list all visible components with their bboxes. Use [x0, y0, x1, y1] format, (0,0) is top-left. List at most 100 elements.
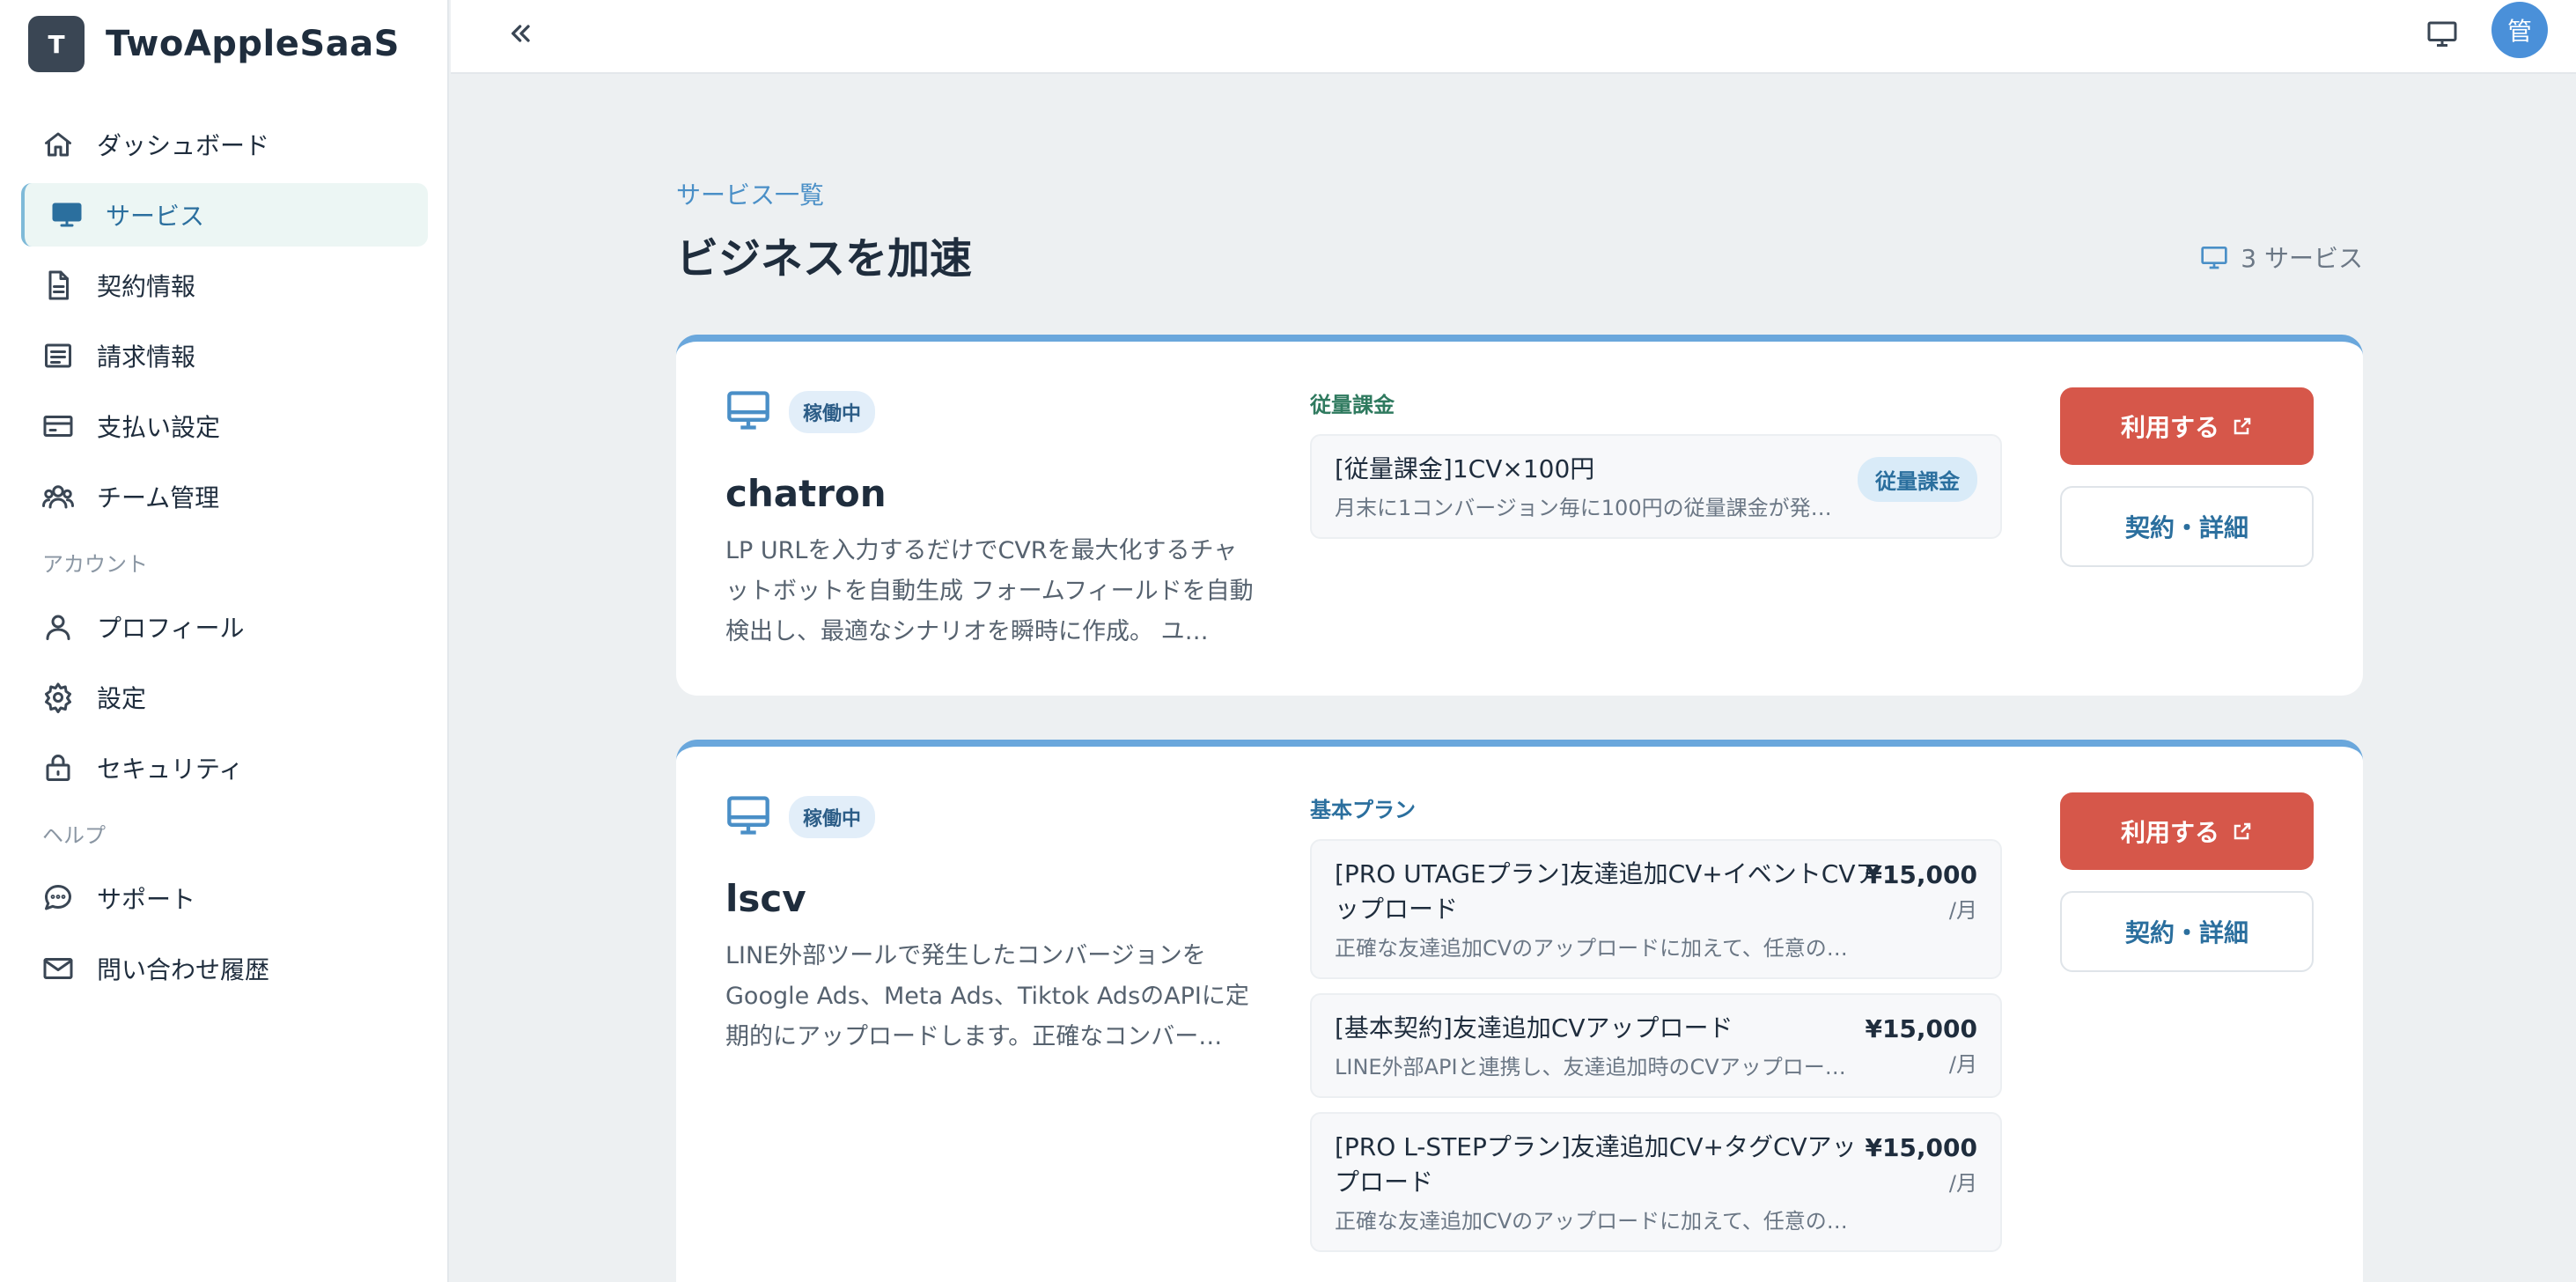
plan-description: LINE外部APIと連携し、友達追加時のCVアップロード… — [1335, 1055, 1863, 1079]
monitor-icon — [2201, 247, 2227, 269]
plan-price: ¥15,000 /月 — [1865, 1133, 1977, 1197]
service-name: chatron — [725, 472, 887, 515]
topbar: 管 — [451, 0, 2576, 74]
service-count-label: 3 サービス — [2241, 244, 2363, 273]
brand[interactable]: T TwoAppleSaaS — [28, 16, 400, 72]
use-service-label: 利用する — [2120, 413, 2219, 442]
sidebar-item-billing[interactable]: 請求情報 — [21, 324, 428, 387]
brand-name: TwoAppleSaaS — [106, 24, 400, 64]
service-description: LP URLを入力するだけでCVRを最大化するチャットボットを自動生成 フォーム… — [725, 537, 1254, 645]
price-unit: /月 — [1948, 898, 1977, 923]
brand-logo: T — [28, 16, 85, 72]
service-name: lscv — [725, 877, 806, 920]
service-description: LINE外部ツールで発生したコンバージョンをGoogle Ads、Meta Ad… — [725, 942, 1249, 1050]
plan-list: 基本プラン [PRO UTAGEプラン]友達追加CV+イベントCVアップロード … — [1310, 792, 2002, 1266]
price-unit: /月 — [1948, 1052, 1977, 1077]
section-help-heading: ヘルプ — [42, 823, 106, 848]
sidebar: T TwoAppleSaaS ダッシュボード サービス 契約情報 請求情報 支払… — [0, 0, 449, 1282]
plan-item[interactable]: [PRO L-STEPプラン]友達追加CV+タグCVアップロード 正確な友達追加… — [1310, 1112, 2002, 1252]
plan-title: [PRO UTAGEプラン]友達追加CV+イベントCVアップロード — [1335, 859, 1880, 924]
plan-title: [PRO L-STEPプラン]友達追加CV+タグCVアップロード — [1335, 1132, 1857, 1197]
plan-title: [基本契約]友達追加CVアップロード — [1335, 1013, 1733, 1043]
sidebar-item-label: プロフィール — [97, 614, 245, 643]
use-service-button[interactable]: 利用する — [2060, 792, 2314, 870]
external-link-icon — [2234, 822, 2251, 840]
lock-icon — [40, 750, 76, 785]
service-actions: 利用する 契約・詳細 — [2060, 387, 2314, 567]
mail-icon — [40, 951, 76, 986]
status-badge: 稼働中 — [789, 796, 876, 838]
double-chevron-left-icon — [512, 25, 530, 42]
use-service-button[interactable]: 利用する — [2060, 387, 2314, 465]
display-toggle-button[interactable] — [2421, 12, 2463, 55]
user-icon — [40, 609, 76, 645]
plan-description: 正確な友達追加CVのアップロードに加えて、任意の… — [1335, 936, 1848, 961]
external-link-icon — [2234, 417, 2251, 435]
contract-detail-button[interactable]: 契約・詳細 — [2060, 891, 2314, 972]
sidebar-item-label: 設定 — [97, 684, 147, 713]
plan-item[interactable]: [PRO UTAGEプラン]友達追加CV+イベントCVアップロード 正確な友達追… — [1310, 839, 2002, 979]
collapse-sidebar-button[interactable] — [500, 12, 542, 55]
document-icon — [40, 268, 76, 303]
plan-price: ¥15,000 /月 — [1865, 1014, 1977, 1078]
plan-item[interactable]: [基本契約]友達追加CVアップロード LINE外部APIと連携し、友達追加時のC… — [1310, 993, 2002, 1098]
sidebar-item-label: チーム管理 — [97, 483, 220, 512]
service-actions: 利用する 契約・詳細 — [2060, 792, 2314, 972]
monitor-icon — [49, 197, 85, 232]
sidebar-item-label: 請求情報 — [97, 343, 196, 372]
sidebar-nav: ダッシュボード サービス 契約情報 請求情報 支払い設定 チーム管理 アカウント… — [21, 113, 428, 1007]
sidebar-item-settings[interactable]: 設定 — [21, 666, 428, 729]
service-card: 稼働中 chatron LP URLを入力するだけでCVRを最大化するチャットボ… — [676, 335, 2363, 696]
plan-type-badge: 従量課金 — [1858, 457, 1977, 502]
plan-price: ¥15,000 /月 — [1865, 860, 1977, 924]
monitor-icon — [725, 792, 771, 842]
plan-description: 正確な友達追加CVのアップロードに加えて、任意の… — [1335, 1209, 1848, 1234]
sidebar-item-label: サービス — [106, 202, 205, 231]
plan-description: 月末に1コンバージョン毎に100円の従量課金が発… — [1335, 496, 1832, 520]
sidebar-item-support[interactable]: サポート — [21, 866, 428, 930]
monitor-icon — [2427, 21, 2457, 47]
avatar[interactable]: 管 — [2491, 2, 2548, 58]
plan-list: 従量課金 [従量課金]1CV×100円 月末に1コンバージョン毎に100円の従量… — [1310, 387, 2002, 553]
sidebar-item-label: ダッシュボード — [97, 131, 270, 160]
sidebar-item-label: 契約情報 — [97, 272, 196, 301]
price-unit: /月 — [1948, 1171, 1977, 1196]
plan-title: [従量課金]1CV×100円 — [1335, 454, 1595, 483]
plan-heading: 基本プラン — [1310, 798, 1416, 822]
main-content: サービス一覧 ビジネスを加速 3 サービス 稼働中 chatron LP URL… — [676, 176, 2363, 1282]
monitor-icon — [725, 387, 771, 437]
contract-detail-button[interactable]: 契約・詳細 — [2060, 486, 2314, 567]
status-badge: 稼働中 — [789, 391, 876, 433]
page-title: ビジネスを加速 — [676, 234, 973, 284]
service-card: 稼働中 lscv LINE外部ツールで発生したコンバージョンをGoogle Ad… — [676, 740, 2363, 1282]
service-info: 稼働中 chatron LP URLを入力するだけでCVRを最大化するチャットボ… — [725, 387, 1254, 652]
price-value: ¥15,000 — [1865, 1014, 1977, 1043]
price-value: ¥15,000 — [1865, 1133, 1977, 1162]
service-info: 稼働中 lscv LINE外部ツールで発生したコンバージョンをGoogle Ad… — [725, 792, 1254, 1057]
gear-icon — [40, 680, 76, 715]
credit-card-icon — [40, 409, 76, 444]
invoice-icon — [40, 338, 76, 373]
sidebar-item-inquiry-history[interactable]: 問い合わせ履歴 — [21, 937, 428, 1000]
home-icon — [40, 127, 76, 162]
chat-icon — [40, 880, 76, 916]
team-icon — [40, 479, 76, 514]
plan-heading: 従量課金 — [1310, 393, 1395, 417]
sidebar-item-security[interactable]: セキュリティ — [21, 736, 428, 799]
sidebar-item-label: セキュリティ — [97, 755, 244, 784]
price-value: ¥15,000 — [1865, 860, 1977, 889]
sidebar-item-dashboard[interactable]: ダッシュボード — [21, 113, 428, 176]
sidebar-item-contract[interactable]: 契約情報 — [21, 254, 428, 317]
service-count: 3 サービス — [2200, 239, 2363, 275]
sidebar-item-label: 支払い設定 — [97, 413, 221, 442]
section-account-heading: アカウント — [42, 552, 148, 577]
use-service-label: 利用する — [2120, 818, 2219, 847]
breadcrumb[interactable]: サービス一覧 — [676, 176, 2363, 211]
sidebar-item-services[interactable]: サービス — [21, 183, 428, 247]
sidebar-item-team[interactable]: チーム管理 — [21, 465, 428, 528]
plan-item[interactable]: [従量課金]1CV×100円 月末に1コンバージョン毎に100円の従量課金が発…… — [1310, 434, 2002, 539]
sidebar-item-payment[interactable]: 支払い設定 — [21, 394, 428, 458]
sidebar-item-label: サポート — [97, 885, 196, 914]
sidebar-item-label: 問い合わせ履歴 — [97, 955, 270, 984]
sidebar-item-profile[interactable]: プロフィール — [21, 595, 428, 659]
